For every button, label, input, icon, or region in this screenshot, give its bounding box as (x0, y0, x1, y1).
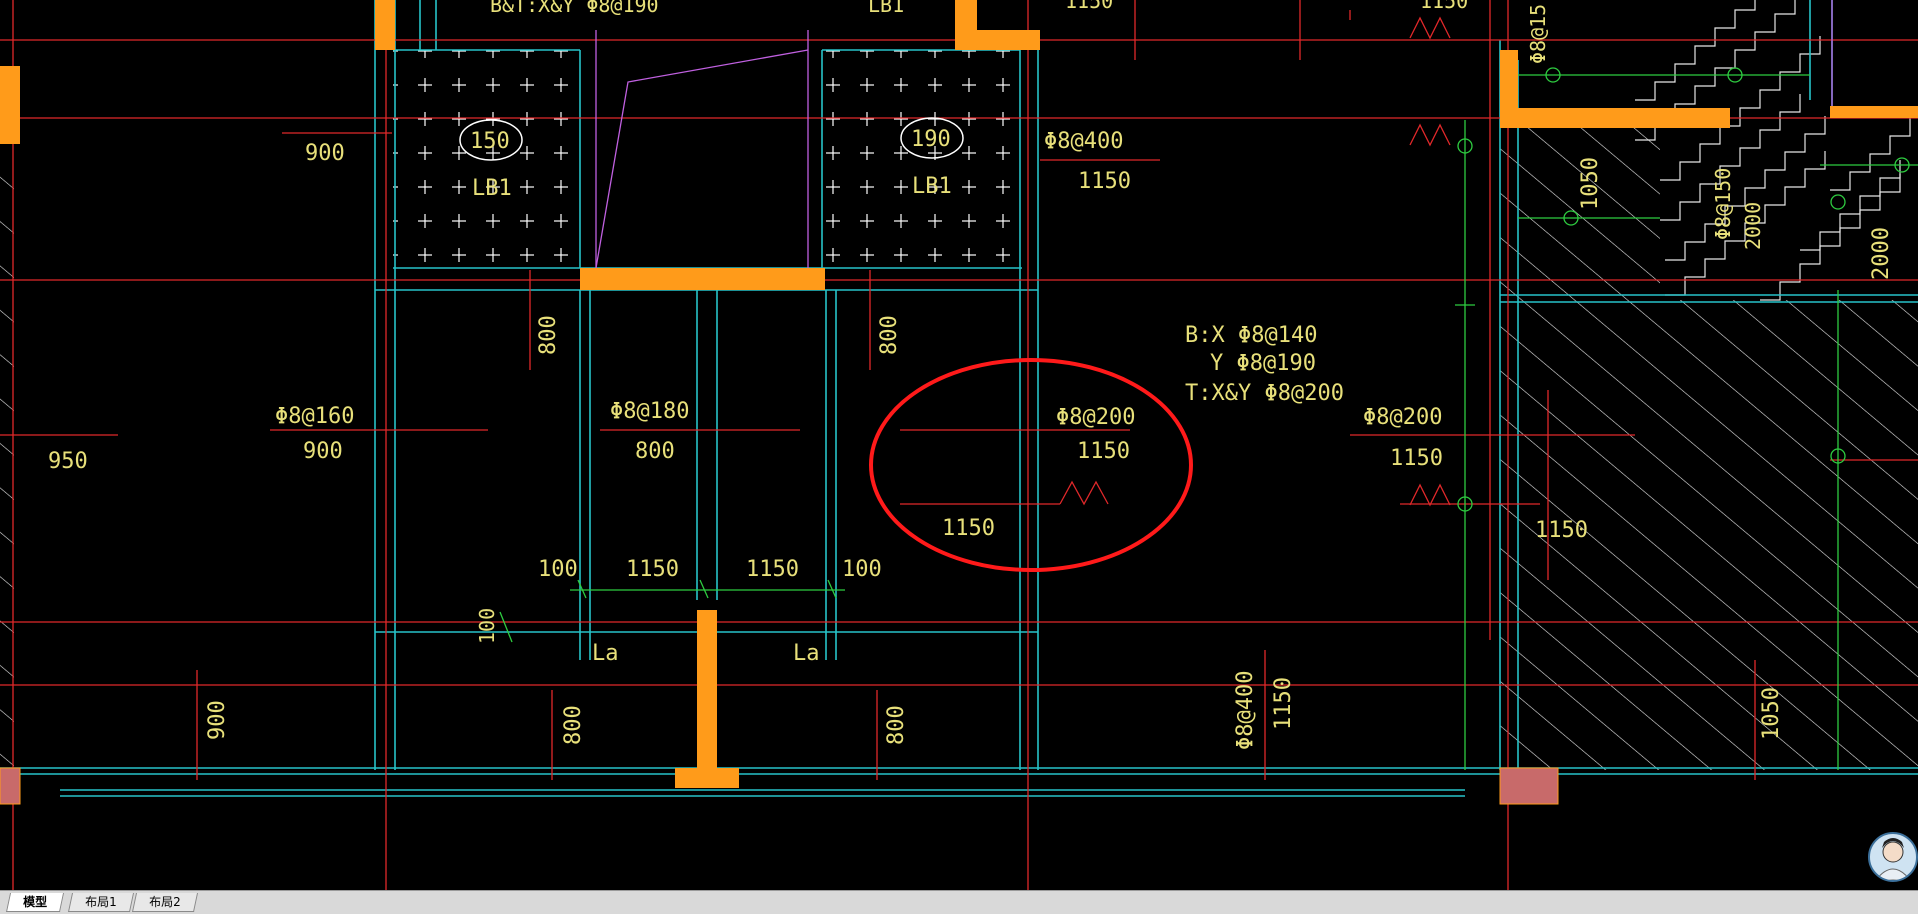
svg-text:T:X&Y Φ8@200: T:X&Y Φ8@200 (1185, 381, 1344, 406)
tab-layout2-label: 布局2 (149, 895, 181, 909)
svg-text:900: 900 (205, 700, 230, 740)
svg-text:1150: 1150 (1078, 169, 1131, 194)
svg-text:LB1: LB1 (912, 174, 952, 199)
tab-model[interactable]: 模型 (5, 893, 65, 912)
svg-text:B:X Φ8@140: B:X Φ8@140 (1185, 323, 1317, 348)
svg-text:Φ8@160: Φ8@160 (275, 404, 354, 429)
svg-text:1050: 1050 (1578, 157, 1603, 210)
svg-text:1150: 1150 (1077, 439, 1130, 464)
svg-text:B&T:X&Y Φ8@190: B&T:X&Y Φ8@190 (490, 0, 659, 17)
svg-text:Φ8@400: Φ8@400 (1233, 671, 1258, 750)
svg-text:800: 800 (536, 315, 561, 355)
svg-text:1150: 1150 (626, 557, 679, 582)
svg-text:100: 100 (538, 557, 578, 582)
svg-text:1150: 1150 (1271, 677, 1296, 730)
svg-text:Φ8@150: Φ8@150 (1711, 168, 1735, 240)
svg-text:800: 800 (561, 705, 586, 745)
svg-text:Φ8@180: Φ8@180 (610, 399, 689, 424)
svg-text:900: 900 (303, 439, 343, 464)
tab-model-label: 模型 (23, 895, 48, 909)
svg-text:LB1: LB1 (868, 0, 904, 17)
svg-text:950: 950 (48, 449, 88, 474)
svg-text:1150: 1150 (746, 557, 799, 582)
tab-layout2[interactable]: 布局2 (131, 893, 198, 912)
svg-text:100: 100 (475, 608, 499, 644)
svg-text:800: 800 (877, 315, 902, 355)
svg-text:La: La (592, 641, 619, 666)
tab-layout1-label: 布局1 (85, 895, 117, 909)
svg-text:Φ8@200: Φ8@200 (1056, 405, 1135, 430)
svg-text:La: La (793, 641, 820, 666)
svg-text:100: 100 (842, 557, 882, 582)
svg-text:800: 800 (884, 705, 909, 745)
svg-text:Y Φ8@190: Y Φ8@190 (1210, 351, 1316, 376)
svg-text:LB1: LB1 (472, 176, 512, 201)
svg-text:900: 900 (305, 141, 345, 166)
svg-text:1150: 1150 (1535, 518, 1588, 543)
tab-layout1[interactable]: 布局1 (67, 893, 134, 912)
svg-text:2000: 2000 (1869, 227, 1894, 280)
svg-text:2000: 2000 (1741, 202, 1765, 250)
svg-text:800: 800 (635, 439, 675, 464)
slab-panels (393, 50, 1022, 268)
svg-text:Φ8@200: Φ8@200 (1363, 405, 1442, 430)
svg-text:150: 150 (470, 129, 510, 154)
user-avatar-icon[interactable] (1868, 832, 1918, 882)
svg-text:190: 190 (911, 127, 951, 152)
svg-text:1150: 1150 (1390, 446, 1443, 471)
cad-drawing-canvas[interactable]: B&T:X&Y Φ8@190 LB1 1150 1150 Φ8@15 150 L… (0, 0, 1918, 890)
layout-tab-bar: 模型 布局1 布局2 (0, 890, 1918, 914)
svg-text:Φ8@400: Φ8@400 (1044, 129, 1123, 154)
svg-text:1150: 1150 (1065, 0, 1113, 13)
svg-text:1050: 1050 (1759, 687, 1784, 740)
svg-text:Φ8@15: Φ8@15 (1526, 4, 1550, 64)
highlight-circle (869, 358, 1193, 572)
svg-text:1150: 1150 (1420, 0, 1468, 13)
svg-text:1150: 1150 (942, 516, 995, 541)
